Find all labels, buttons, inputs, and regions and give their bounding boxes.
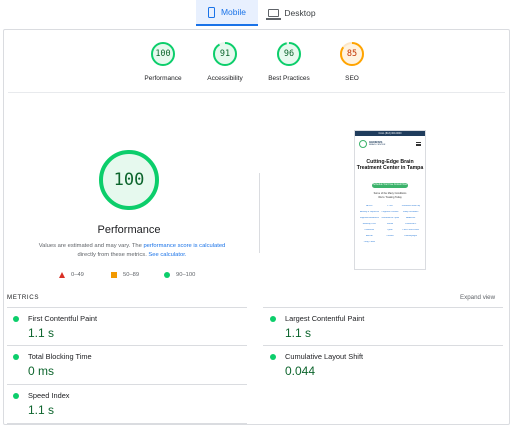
device-tabs: Mobile Desktop: [0, 0, 512, 26]
performance-gauge: 100: [98, 149, 160, 211]
screenshot-link: Parkinson's: [405, 222, 417, 225]
heading-line: Treatment Center in Tampa: [356, 165, 424, 172]
legend-range: 50–89: [123, 272, 140, 278]
gauge-label: Accessibility: [207, 75, 243, 82]
red-triangle-icon: [59, 272, 65, 278]
gauge-score: 100: [155, 49, 171, 59]
logo-line: BRAIN CENTER: [369, 144, 386, 146]
performance-title: Performance: [97, 224, 161, 236]
gauge-ring: 85: [339, 41, 365, 67]
summary-gauge-performance[interactable]: 100 Performance: [128, 41, 198, 82]
screenshot-header: GENESIS BRAIN CENTER: [355, 136, 425, 148]
metric-divider: [7, 423, 247, 424]
screenshot-link: Autism: [365, 234, 373, 237]
metric-value: 1.1 s: [28, 403, 55, 417]
metric-value: 0 ms: [28, 364, 55, 378]
performance-description: Values are estimated and may vary. The p…: [32, 242, 232, 260]
screenshot-link: Fibromyalgia: [404, 234, 417, 237]
metric-name: First Contentful Paint: [28, 314, 98, 323]
green-circle-icon: [13, 316, 19, 322]
orange-square-icon: [111, 272, 117, 278]
metric-divider: [263, 307, 503, 308]
gauge-label: SEO: [345, 75, 359, 82]
metric-name: Largest Contentful Paint: [285, 314, 365, 323]
screenshot-link: Traumatic Brain Injury: [401, 204, 420, 207]
summary-divider: [8, 92, 505, 93]
metric-name: Total Blocking Time: [28, 352, 92, 361]
tab-desktop-label: Desktop: [284, 8, 316, 18]
performance-score: 100: [113, 170, 145, 190]
screenshot-link: Migraine/Headaches: [360, 216, 379, 219]
screenshot-link: Cognitive Decline: [381, 210, 399, 213]
tab-desktop[interactable]: Desktop: [262, 0, 322, 26]
gauge-ring: 91: [212, 41, 238, 67]
screenshot-link: Sleep Disorders: [402, 210, 419, 213]
summary-gauge-accessibility[interactable]: 91 Accessibility: [190, 41, 260, 82]
gauge-ring: 100: [150, 41, 176, 67]
calculator-link[interactable]: See calculator.: [148, 252, 186, 258]
gauge-score: 91: [219, 49, 231, 59]
summary-gauge-best-practices[interactable]: 96 Best Practices: [254, 41, 324, 82]
description-text: Values are estimated and may vary. The: [38, 243, 144, 249]
screenshot-link: Performance Optimization: [380, 216, 400, 219]
metric-value: 0.044: [285, 364, 316, 378]
metric-value: 1.1 s: [285, 326, 312, 340]
metric-divider: [7, 384, 247, 385]
screenshot-link: Tinnitus: [386, 234, 394, 237]
green-circle-icon: [270, 316, 276, 322]
screenshot-cta-button: Schedule Your Free Consult Now: [372, 183, 408, 189]
gauge-ring: 96: [276, 41, 302, 67]
legend-range: 0–49: [71, 272, 84, 278]
summary-gauge-seo[interactable]: 85 SEO: [317, 41, 387, 82]
smartphone-icon: [207, 6, 215, 18]
gauge-label: Performance: [144, 75, 182, 82]
legend-item-average: 50–89: [111, 272, 139, 278]
gauge-label: Best Practices: [268, 75, 310, 82]
vertical-divider: [259, 173, 260, 253]
screenshot-link: Stroke: [386, 222, 394, 225]
screenshot-link: Dementia: [364, 228, 375, 231]
brand-logo-icon: [359, 140, 367, 148]
performance-score-link[interactable]: performance score is calculated: [143, 243, 225, 249]
screenshot-link: PTSD: [387, 204, 393, 207]
laptop-icon: [266, 9, 282, 20]
tab-mobile[interactable]: Mobile: [196, 0, 258, 26]
metric-name: Speed Index: [28, 391, 70, 400]
green-circle-icon: [270, 354, 276, 360]
screenshot-link: ADHD: [366, 204, 373, 207]
screenshot-link: Memory Loss: [362, 222, 376, 225]
description-text: directly from these metrics.: [77, 252, 149, 258]
screenshot-link: Long Covid: [363, 240, 375, 243]
screenshot-heading: Cutting-Edge Brain Treatment Center in T…: [355, 159, 425, 171]
hamburger-menu-icon: [416, 142, 421, 146]
metric-value: 1.1 s: [28, 326, 55, 340]
gauge-score: 85: [346, 49, 358, 59]
green-circle-icon: [13, 393, 19, 399]
green-circle-icon: [13, 354, 19, 360]
metric-divider: [7, 307, 247, 308]
expand-view-toggle[interactable]: Expand view: [460, 294, 495, 301]
screenshot-logo-text: GENESIS BRAIN CENTER: [369, 140, 386, 147]
metrics-heading: METRICS: [7, 294, 40, 301]
screenshot-link: Lyme: [387, 228, 393, 231]
tab-mobile-label: Mobile: [220, 7, 247, 17]
report-card: 100 Performance 91 Accessibility 96 Best…: [3, 29, 510, 425]
gauge-score: 96: [283, 49, 295, 59]
page-screenshot[interactable]: CALL (813) 000-0000 GENESIS BRAIN CENTER…: [354, 130, 426, 270]
green-circle-icon: [164, 272, 170, 278]
screenshot-link: Post-Concussion: [402, 228, 419, 231]
legend-item-pass: 90–100: [164, 272, 195, 278]
screenshot-link: Anxiety & Depression: [360, 210, 379, 213]
metric-divider: [263, 345, 503, 346]
metric-divider: [7, 345, 247, 346]
legend-item-fail: 0–49: [59, 272, 84, 278]
screenshot-link: Addiction: [406, 216, 416, 219]
metric-name: Cumulative Layout Shift: [285, 352, 364, 361]
screenshot-link-grid: ADHD PTSD Traumatic Brain Injury Anxiety & …: [355, 199, 425, 243]
legend-range: 90–100: [176, 272, 196, 278]
